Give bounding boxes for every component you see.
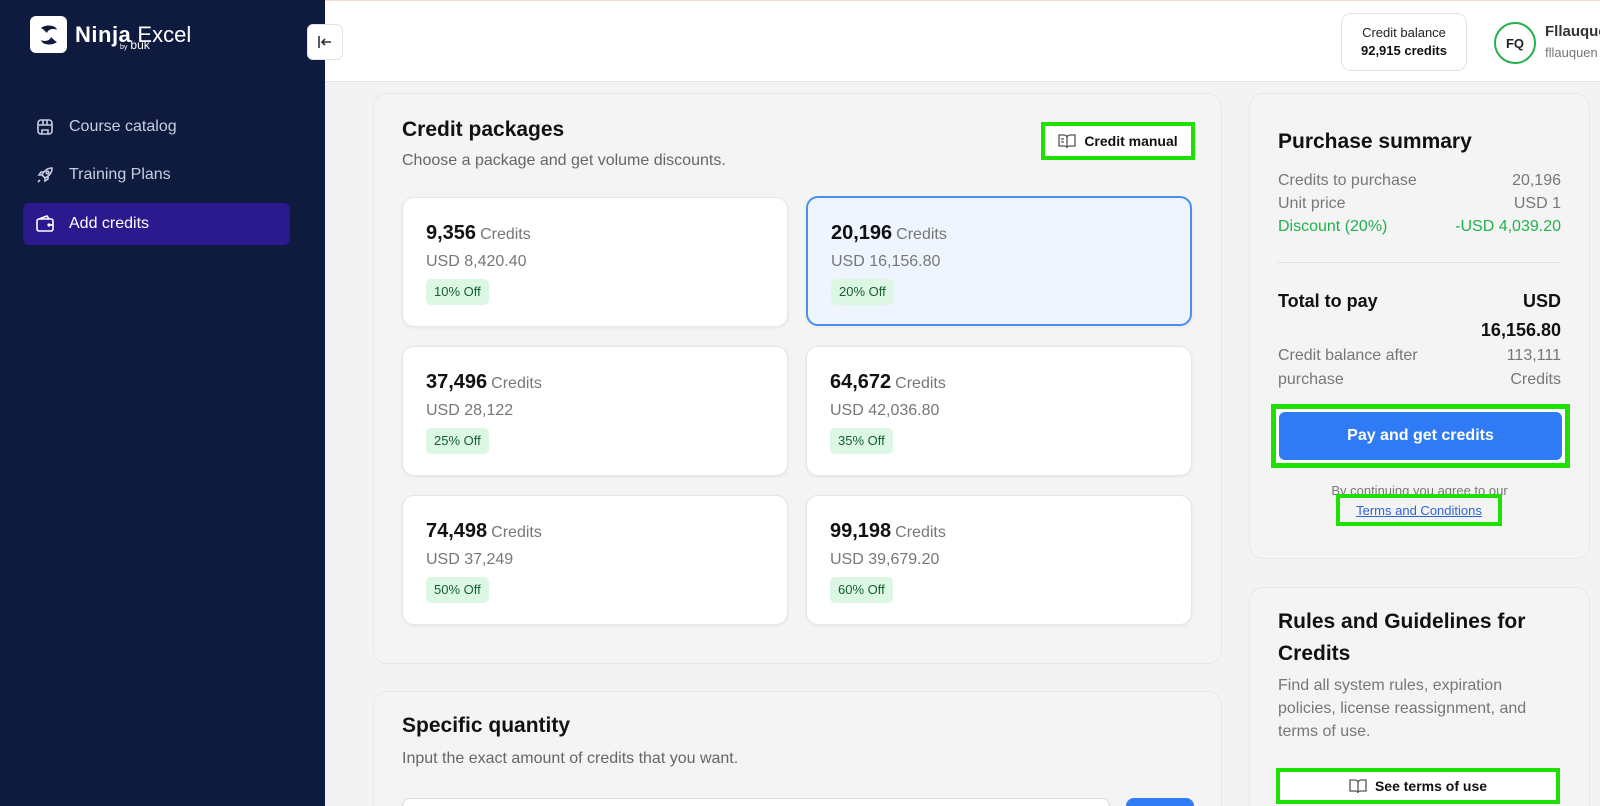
packages-subtitle: Choose a package and get volume discount… <box>402 152 726 169</box>
unit-price-value: USD 1 <box>1513 195 1561 212</box>
discount-badge: 35% Off <box>830 428 893 454</box>
package-amount: 20,196 <box>831 222 893 244</box>
package-amount: 64,672 <box>830 371 892 393</box>
see-terms-label: See terms of use <box>1374 778 1488 794</box>
user-name: Fllauquen <box>1545 23 1600 40</box>
package-card-1[interactable]: 9,356 Credits USD 8,420.40 10% Off <box>402 197 788 327</box>
discount-badge: 10% Off <box>426 279 489 305</box>
credit-packages-panel: Credit packages Choose a package and get… <box>373 93 1222 664</box>
credits-to-purchase-label: Credits to purchase <box>1278 172 1417 189</box>
package-unit: Credits <box>896 226 947 243</box>
package-unit: Credits <box>480 226 531 243</box>
summary-title: Purchase summary <box>1278 130 1472 153</box>
total-currency: USD <box>1522 291 1561 311</box>
collapse-sidebar-button[interactable] <box>307 24 343 60</box>
sidebar-item-add-credits[interactable]: Add credits <box>23 203 290 245</box>
discount-badge: 50% Off <box>426 577 489 603</box>
credit-manual-label: Credit manual <box>1084 133 1178 149</box>
rules-title: Rules and Guidelines for Credits <box>1278 610 1526 665</box>
quantity-input[interactable] <box>402 798 1110 806</box>
package-card-4[interactable]: 64,672 Credits USD 42,036.80 35% Off <box>806 346 1192 476</box>
sidebar-item-course-catalog[interactable]: Course catalog <box>23 106 290 148</box>
pay-and-get-credits-button[interactable]: Pay and get credits <box>1279 412 1562 460</box>
unit-price-row: Unit price USD 1 <box>1278 195 1561 213</box>
credits-to-purchase-value: 20,196 <box>1512 172 1561 189</box>
see-terms-of-use-button[interactable]: See terms of use <box>1276 768 1560 804</box>
package-price: USD 39,679.20 <box>830 551 940 568</box>
discount-value: -USD 4,039.20 <box>1455 218 1561 235</box>
discount-badge: 25% Off <box>426 428 489 454</box>
package-price: USD 42,036.80 <box>830 402 940 419</box>
user-email: fllauquen <box>1545 45 1598 60</box>
discount-row: Discount (20%) -USD 4,039.20 <box>1278 218 1561 236</box>
unit-price-label: Unit price <box>1278 195 1346 212</box>
package-unit: Credits <box>491 524 542 541</box>
package-unit: Credits <box>491 375 542 392</box>
specific-quantity-panel: Specific quantity Input the exact amount… <box>373 691 1222 806</box>
balance-after-value: 113,111 Credits <box>1506 347 1561 388</box>
credits-to-purchase-row: Credits to purchase 20,196 <box>1278 172 1561 190</box>
package-card-6[interactable]: 99,198 Credits USD 39,679.20 60% Off <box>806 495 1192 625</box>
credit-manual-button[interactable]: Credit manual <box>1041 122 1195 160</box>
ninja-logo-icon <box>30 16 67 53</box>
book-icon <box>1349 779 1367 794</box>
rules-panel: Rules and Guidelines for Credits Find al… <box>1249 587 1590 806</box>
credit-balance-value: 92,915 credits <box>1360 43 1447 58</box>
app-logo[interactable]: Ninja Excel <box>30 16 191 53</box>
specific-title: Specific quantity <box>402 714 571 737</box>
sidebar-item-training-plans[interactable]: Training Plans <box>23 154 290 196</box>
discount-label: Discount (20%) <box>1278 218 1388 235</box>
sidebar-item-label: Course catalog <box>69 118 177 135</box>
package-price: USD 37,249 <box>426 551 514 568</box>
package-amount: 99,198 <box>830 520 892 542</box>
package-card-2[interactable]: 20,196 Credits USD 16,156.80 20% Off <box>806 196 1192 326</box>
purchase-summary-panel: Purchase summary Credits to purchase 20,… <box>1249 93 1590 559</box>
total-value: 16,156.80 <box>1480 320 1561 340</box>
package-amount: 74,498 <box>426 520 488 542</box>
package-unit: Credits <box>895 524 946 541</box>
package-price: USD 8,420.40 <box>426 253 527 270</box>
wallet-icon <box>35 214 55 234</box>
collapse-left-icon <box>318 36 331 48</box>
summary-divider <box>1278 262 1561 263</box>
top-header: Credit balance 92,915 credits FQ Fllauqu… <box>325 0 1600 82</box>
specific-subtitle: Input the exact amount of credits that y… <box>402 750 739 767</box>
rocket-icon <box>35 165 55 185</box>
package-amount: 9,356 <box>426 222 477 244</box>
packages-title: Credit packages <box>402 118 565 141</box>
pay-button-frame: Pay and get credits <box>1271 404 1570 468</box>
sidebar-item-label: Training Plans <box>69 166 171 183</box>
store-icon <box>35 117 55 137</box>
package-price: USD 28,122 <box>426 402 514 419</box>
credit-balance-label: Credit balance <box>1362 25 1446 40</box>
package-unit: Credits <box>895 375 946 392</box>
quantity-submit-button[interactable] <box>1126 798 1194 806</box>
total-label: Total to pay <box>1278 291 1378 311</box>
package-card-3[interactable]: 37,496 Credits USD 28,122 25% Off <box>402 346 788 476</box>
sidebar: Ninja Excel by buk Course catalog Trainin… <box>0 0 325 806</box>
package-price: USD 16,156.80 <box>831 253 941 270</box>
package-amount: 37,496 <box>426 371 488 393</box>
rules-description: Find all system rules, expiration polici… <box>1278 677 1527 740</box>
balance-after-label: Credit balance after purchase <box>1278 347 1418 388</box>
avatar[interactable]: FQ <box>1494 22 1536 64</box>
logo-by: by buk <box>120 38 150 52</box>
sidebar-item-label: Add credits <box>69 215 150 232</box>
credit-balance-box: Credit balance 92,915 credits <box>1341 13 1467 71</box>
discount-badge: 60% Off <box>830 577 893 603</box>
discount-badge: 20% Off <box>831 279 894 305</box>
package-card-5[interactable]: 74,498 Credits USD 37,249 50% Off <box>402 495 788 625</box>
terms-and-conditions-link[interactable]: Terms and Conditions <box>1336 494 1502 526</box>
book-icon <box>1058 134 1076 149</box>
